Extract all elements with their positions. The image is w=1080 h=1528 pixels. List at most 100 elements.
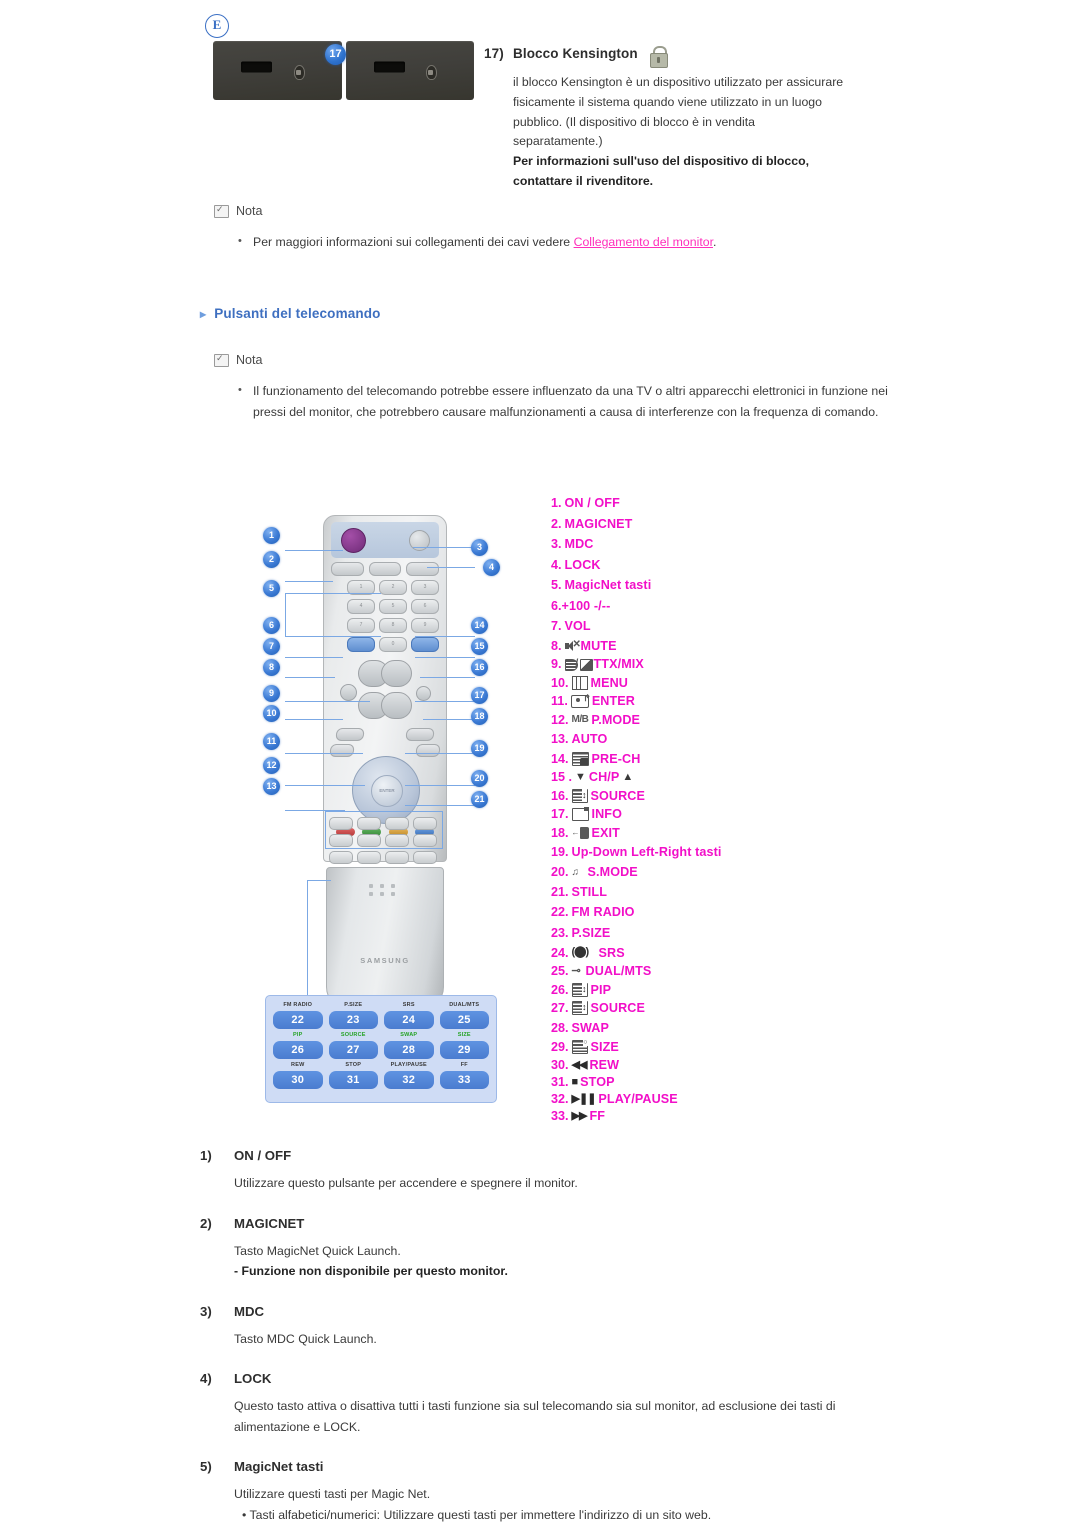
keypad-key: 9 (411, 618, 439, 633)
legend-label: LOCK (564, 557, 601, 572)
matrix-cell: SRS 24 (384, 1002, 434, 1029)
slide-out-keypad (329, 817, 437, 864)
legend-item-8: 8. ✕ MUTE (551, 637, 811, 656)
legend-item-11: 11. ↱ ENTER (551, 692, 811, 711)
detail-block-3: 3) MDC Tasto MDC Quick Launch. (200, 1304, 840, 1350)
legend-item-2: 2. MAGICNET (551, 514, 811, 535)
detail-body: Utilizzare questo pulsante per accendere… (234, 1173, 840, 1194)
slide-key (413, 817, 437, 830)
legend-label: EXIT (591, 825, 620, 840)
note-block-2: Nota Il funzionamento del telecomando po… (214, 352, 914, 422)
enter-icon: ↱ (570, 693, 591, 708)
padlock-icon (649, 46, 668, 68)
legend-label: S.MODE (587, 865, 638, 879)
legend-num: 13. (551, 732, 569, 747)
detail-number: 5) (200, 1459, 212, 1474)
legend-item-28: 28. SWAP (551, 1018, 811, 1039)
leader-line (420, 677, 475, 678)
callout-badge-12: 12 (263, 757, 280, 774)
manual-page: E 17 17) Blocco Kensington il blocco Ken… (0, 0, 1080, 1528)
exit-icon: ← (572, 826, 589, 839)
guide-box-keypad (285, 593, 381, 637)
monitor-connection-link[interactable]: Collegamento del monitor (574, 235, 713, 249)
legend-num: 12. (551, 712, 569, 727)
matrix-cell: P.SIZE 23 (328, 1002, 378, 1029)
legend-label: MAGICNET (564, 516, 633, 531)
ttx-mix-icon: / (564, 658, 593, 672)
remote-slide-cover: SAMSUNG (326, 867, 444, 1009)
matrix-row: FM RADIO 22 P.SIZE 23 SRS 24 DUAL/MTS 25 (273, 1002, 489, 1029)
detail-block-5: 5) MagicNet tasti Utilizzare questi tast… (200, 1459, 840, 1525)
fast-forward-icon: ▶▶ (571, 1110, 588, 1122)
leader-line (427, 567, 475, 568)
legend-num: 32. (551, 1092, 569, 1106)
detail-heading: 1) ON / OFF (200, 1148, 840, 1163)
legend-item-9: 9. / TTX/MIX (551, 655, 811, 674)
legend-item-15: 15 . ▼ CH/P ▲ (551, 768, 811, 787)
play-pause-icon: ▶❚❚ (571, 1093, 597, 1105)
pip-icon (571, 982, 588, 997)
power-button (341, 528, 366, 553)
legend-num: 8. (551, 638, 562, 653)
note-check-icon (214, 203, 229, 218)
legend-label: DUAL/MTS (585, 964, 652, 979)
legend-num: 7. (551, 619, 562, 634)
legend-label: VOL (564, 619, 591, 634)
matrix-button: 28 (384, 1041, 434, 1059)
keypad-key-plus100 (347, 637, 375, 652)
legend-num: 3. (551, 537, 562, 552)
connector-plate-left (213, 41, 342, 100)
enter-button: ENTER (371, 775, 403, 807)
detail-text: Utilizzare questo pulsante per accendere… (234, 1176, 578, 1190)
legend-num: 16. (551, 788, 569, 803)
slide-key (385, 834, 409, 847)
legend-label: AUTO (571, 732, 608, 747)
legend-item-18: 18. ← EXIT (551, 824, 811, 843)
legend-item-7: 7. VOL (551, 616, 811, 637)
callout-badge-9: 9 (263, 685, 280, 702)
leader-line (285, 701, 370, 702)
detail-number: 4) (200, 1371, 212, 1386)
matrix-cell: DUAL/MTS 25 (439, 1002, 489, 1029)
section-heading-title: Pulsanti del telecomando (214, 306, 381, 321)
legend-num: 14. (551, 751, 569, 766)
detail-heading: 5) MagicNet tasti (200, 1459, 840, 1474)
legend-num: 18. (551, 825, 569, 840)
info-icon (571, 806, 589, 821)
matrix-button: 29 (439, 1041, 489, 1059)
matrix-label: REW (291, 1062, 305, 1068)
legend-label: SWAP (571, 1020, 610, 1035)
slide-key (385, 817, 409, 830)
matrix-cell: FF 33 (439, 1062, 489, 1089)
matrix-label: PIP (293, 1032, 303, 1038)
legend-label: FM RADIO (571, 905, 635, 920)
matrix-leader-line-h (307, 880, 331, 881)
slide-key (413, 834, 437, 847)
legend-label: SRS (598, 945, 625, 960)
callout-badge-5: 5 (263, 580, 280, 597)
legend-num: 23. (551, 925, 569, 940)
note-bullet-list: Per maggiori informazioni sui collegamen… (236, 231, 914, 253)
slide-key (329, 851, 353, 864)
detail-body: Questo tasto attiva o disattiva tutti i … (234, 1396, 840, 1437)
legend-label: P.MODE (591, 712, 641, 727)
matrix-label: DUAL/MTS (449, 1002, 480, 1008)
keypad-key: 8 (379, 618, 407, 633)
keypad-key: 3 (411, 580, 439, 595)
legend-num: 11. (551, 694, 568, 709)
section-heading-remote-buttons: ▸ Pulsanti del telecomando (200, 306, 381, 321)
legend-item-26: 26. PIP (551, 981, 811, 1000)
legend-item-32: 32. ▶❚❚ PLAY/PAUSE (551, 1091, 811, 1108)
detail-sub-bullet: • Tasti alfabetici/numerici: Utilizzare … (242, 1507, 712, 1522)
legend-item-14: 14. PRE-CH (551, 750, 811, 769)
matrix-cell: FM RADIO 22 (273, 1002, 323, 1029)
note-text-before: Per maggiori informazioni sui collegamen… (253, 235, 574, 249)
callout-badge-10: 10 (263, 705, 280, 722)
size-icon (571, 1039, 588, 1055)
detail-text: Tasto MDC Quick Launch. (234, 1331, 377, 1346)
matrix-label: PLAY/PAUSE (390, 1062, 427, 1068)
matrix-button: 25 (439, 1011, 489, 1029)
ttx-info-row (335, 728, 435, 741)
callout-badge-1: 1 (263, 527, 280, 544)
legend-item-22: 22. FM RADIO (551, 902, 811, 923)
